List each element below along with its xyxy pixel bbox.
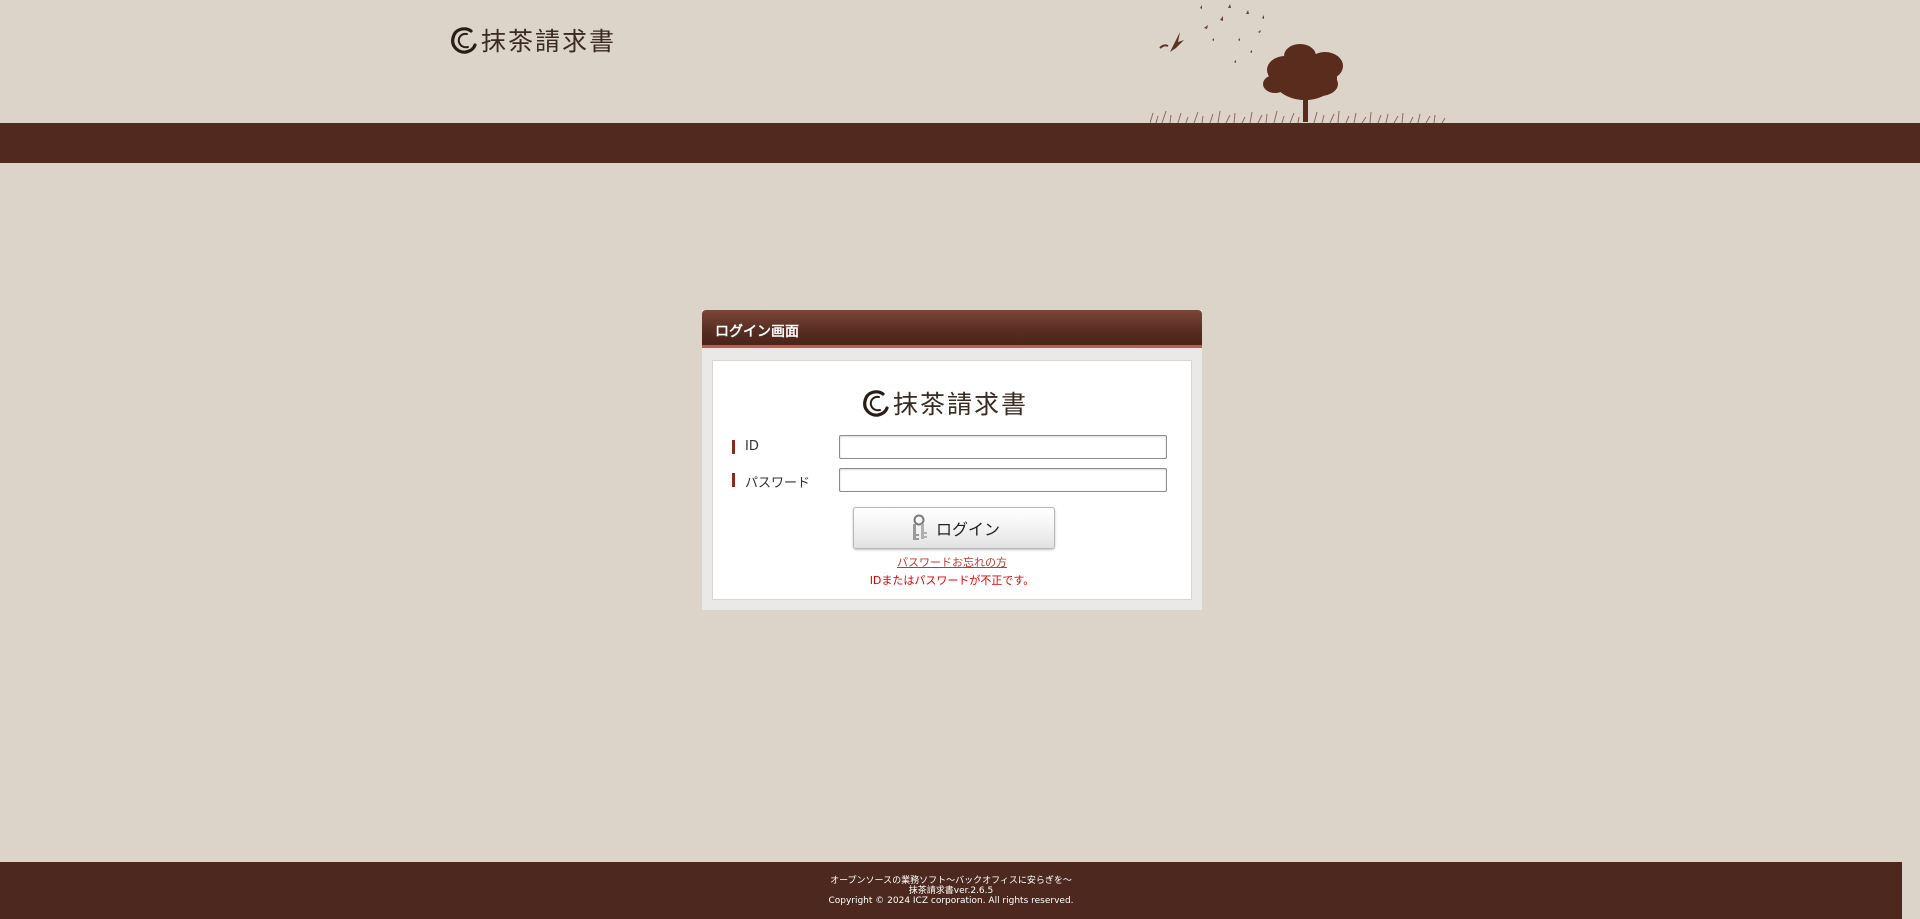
password-input[interactable] [839, 468, 1167, 492]
footer-tagline: オープンソースの業務ソフト～バックオフィスに安らぎを～ [830, 876, 1072, 886]
id-row: ID [732, 435, 1172, 459]
error-message: IDまたはパスワードが不正です。 [869, 574, 1035, 587]
login-form: 抹茶請求書 ID パスワード ログイン パスワードお忘れの方 IDまたはパスワー… [712, 360, 1192, 600]
forgot-password-link[interactable]: パスワードお忘れの方 [713, 554, 1191, 570]
id-label: ID [745, 439, 759, 454]
login-page: 抹茶請求書 ログイン画面 抹茶請求書 ID パスワード ログイン パスワードお忘… [0, 0, 1920, 919]
footer-copyright: Copyright © 2024 ICZ corporation. All ri… [828, 896, 1074, 906]
enso-circle-icon [451, 27, 477, 54]
footer-version: 抹茶請求書ver.2.6.5 [908, 886, 994, 896]
panel-header: ログイン画面 [702, 310, 1202, 348]
header-bar [0, 123, 1920, 163]
label-marker [732, 440, 735, 454]
form-logo: 抹茶請求書 [861, 385, 1028, 421]
login-button[interactable]: ログイン [853, 507, 1055, 549]
tree-and-birds-illustration [1150, 4, 1446, 123]
form-logo-text: 抹茶請求書 [893, 390, 1029, 419]
header-logo: 抹茶請求書 [449, 22, 616, 58]
footer: オープンソースの業務ソフト～バックオフィスに安らぎを～ 抹茶請求書ver.2.6… [0, 862, 1902, 919]
keys-icon [912, 514, 927, 540]
panel-title: ログイン画面 [715, 324, 799, 340]
password-label: パスワード [745, 476, 811, 491]
header-logo-text: 抹茶請求書 [481, 27, 617, 56]
login-panel: ログイン画面 抹茶請求書 ID パスワード ログイン パスワードお忘れの方 ID… [702, 310, 1202, 610]
header: 抹茶請求書 [0, 0, 1920, 123]
password-row: パスワード [732, 468, 1172, 492]
enso-circle-icon [863, 390, 889, 417]
label-marker [732, 473, 735, 487]
login-button-label: ログイン [935, 520, 1000, 539]
id-input[interactable] [839, 435, 1167, 459]
